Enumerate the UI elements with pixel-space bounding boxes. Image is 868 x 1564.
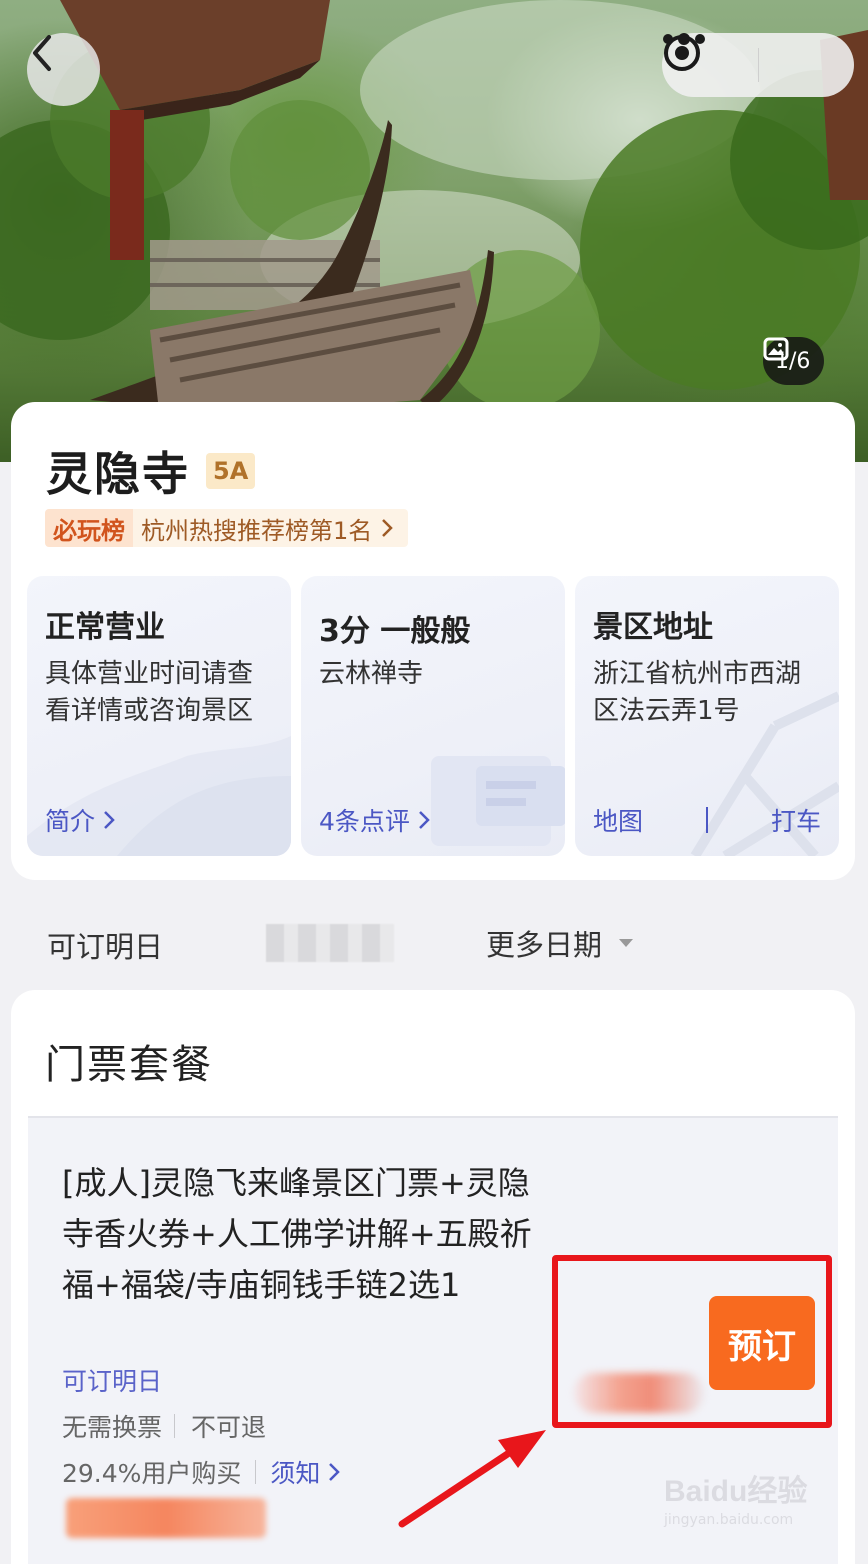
- status-description: 具体营业时间请查看详情或咨询景区: [45, 659, 254, 726]
- info-tiles: 正常营业 具体营业时间请查看详情或咨询景区 简介 3分 一般般 云林禅寺 4条点…: [27, 576, 839, 856]
- purchase-rate: 29.4%用户购买: [62, 1459, 242, 1488]
- opening-status-tile[interactable]: 正常营业 具体营业时间请查看详情或咨询景区 简介: [27, 576, 291, 856]
- address-tile[interactable]: 景区地址 浙江省杭州市西湖区法云弄1号 地图 打车: [575, 576, 839, 856]
- watermark-url: jingyan.baidu.com: [664, 1512, 794, 1528]
- chevron-right-icon: [382, 519, 394, 537]
- chevron-left-icon: [33, 35, 51, 71]
- ticket-section-title: 门票套餐: [45, 1042, 213, 1088]
- chevron-right-icon: [419, 811, 430, 829]
- gallery-icon: [763, 337, 789, 361]
- ticket-tags: 无需换票 不可退: [62, 1408, 266, 1444]
- ticket-package-name: [成人]灵隐飞来峰景区门票+灵隐寺香火券+人工佛学讲解+五殿祈福+福袋/寺庙铜钱…: [62, 1164, 532, 1304]
- ticket-availability: 可订明日: [62, 1367, 163, 1396]
- rating-subtitle: 云林禅寺: [319, 659, 424, 689]
- chevron-right-icon: [329, 1463, 341, 1481]
- address-actions: 地图 打车: [593, 802, 821, 838]
- notice-link-label: 须知: [270, 1459, 321, 1488]
- address-text: 浙江省杭州市西湖区法云弄1号: [593, 659, 802, 726]
- blurred-promo-tag: [66, 1498, 266, 1538]
- notice-link[interactable]: 须知: [270, 1454, 341, 1490]
- ranking-banner[interactable]: 必玩榜 杭州热搜推荐榜第1名: [45, 509, 409, 547]
- taxi-link[interactable]: 打车: [771, 802, 821, 838]
- rank-tag: 必玩榜: [45, 509, 133, 547]
- rank-text-label: 杭州热搜推荐榜第1名: [141, 516, 373, 545]
- ticket-stats: 29.4%用户购买 须知: [62, 1454, 341, 1490]
- back-button[interactable]: [27, 33, 100, 106]
- ticket-tag-non-refundable: 不可退: [191, 1413, 267, 1442]
- rating-tile[interactable]: 3分 一般般 云林禅寺 4条点评: [301, 576, 565, 856]
- grade-badge: 5A: [206, 453, 256, 489]
- watermark-logo: Baidu经验: [664, 1475, 808, 1508]
- status-heading: 正常营业: [45, 610, 165, 645]
- rating-heading: 3分 一般般: [319, 614, 471, 649]
- tag-divider: [174, 1414, 176, 1438]
- close-miniapp-button[interactable]: [664, 33, 855, 97]
- address-heading: 景区地址: [593, 610, 713, 645]
- title-row: 灵隐寺 5A: [46, 438, 256, 504]
- date-tomorrow-label[interactable]: 可订明日: [47, 924, 163, 966]
- miniapp-capsule: [662, 33, 854, 97]
- map-link[interactable]: 地图: [593, 802, 643, 838]
- attraction-name: 灵隐寺: [46, 447, 190, 501]
- baidu-jingyan-watermark: Baidu经验 jingyan.baidu.com: [664, 1466, 834, 1552]
- annotation-highlight-box: [552, 1255, 832, 1428]
- photo-counter[interactable]: 1/6: [763, 337, 825, 385]
- reviews-link[interactable]: 4条点评: [319, 802, 430, 838]
- ticket-tag-no-exchange: 无需换票: [62, 1413, 163, 1442]
- stats-divider: [255, 1460, 257, 1484]
- chevron-right-icon: [104, 811, 115, 829]
- target-icon: [664, 35, 700, 71]
- date-selector: 可订明日 更多日期: [0, 910, 868, 974]
- caret-down-icon: [619, 939, 634, 947]
- intro-link-label: 简介: [45, 807, 96, 836]
- more-dates-button[interactable]: 更多日期: [486, 922, 634, 964]
- blurred-date-value[interactable]: [266, 924, 394, 962]
- reviews-link-label: 4条点评: [319, 807, 410, 836]
- hero-photo[interactable]: 1/6: [0, 0, 868, 462]
- attraction-info-card: 灵隐寺 5A 必玩榜 杭州热搜推荐榜第1名 正常营业 具体营业时间请查看详情或咨…: [11, 402, 855, 880]
- intro-link[interactable]: 简介: [45, 802, 115, 838]
- rank-text: 杭州热搜推荐榜第1名: [133, 509, 409, 547]
- more-dates-label: 更多日期: [486, 928, 603, 962]
- address-actions-divider: [706, 807, 708, 833]
